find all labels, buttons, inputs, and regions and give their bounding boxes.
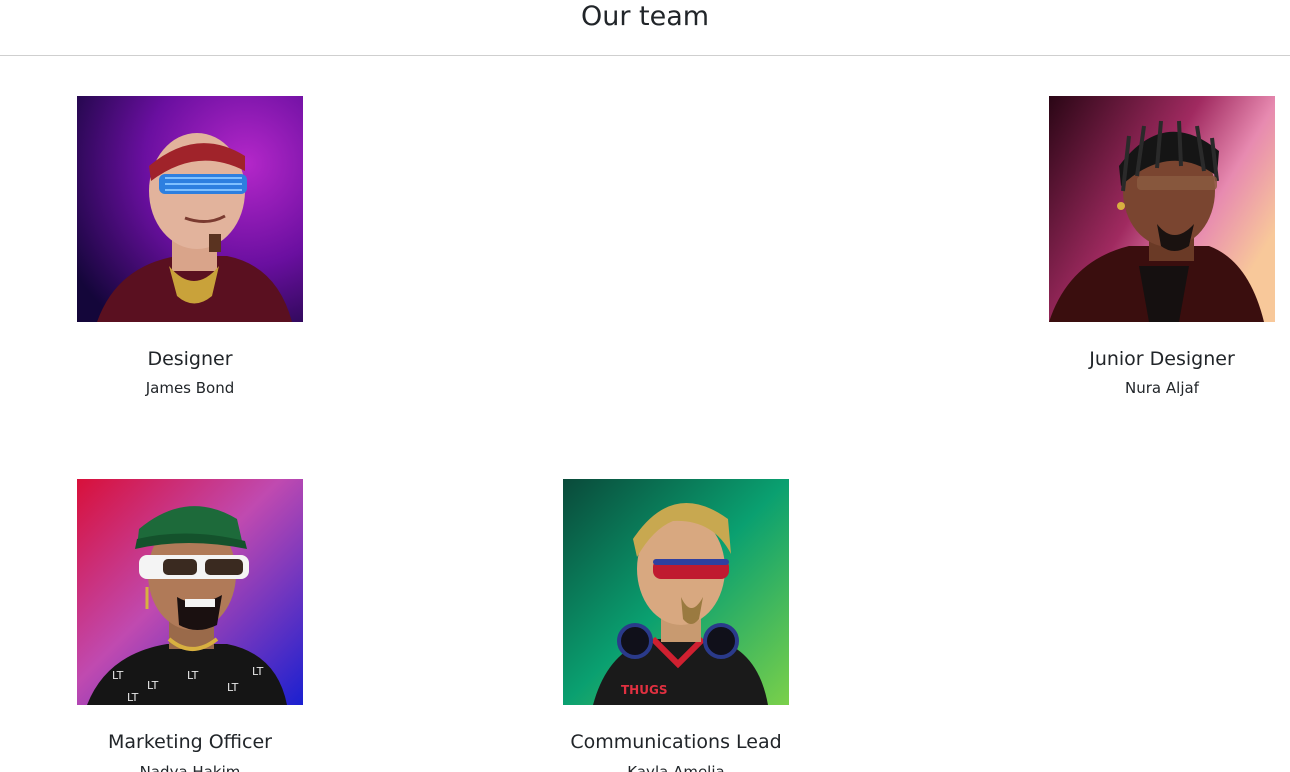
member-role: Communications Lead [570, 731, 782, 753]
page-header: Our team [0, 0, 1290, 56]
member-name: Kayla Amelia [627, 763, 725, 772]
team-member-card: Junior Designer Nura Aljaf [1049, 96, 1275, 397]
team-member-card: Designer James Bond [77, 96, 303, 397]
blonde-man-headphones-jersey-avatar: THUGS [563, 479, 789, 705]
svg-text:LT: LT [127, 691, 139, 704]
svg-text:LT: LT [112, 669, 124, 682]
member-name: Nadya Hakim [139, 763, 241, 772]
svg-text:LT: LT [227, 681, 239, 694]
member-role: Marketing Officer [107, 731, 272, 753]
green-cap-white-sunglasses-avatar: LT LT LT LT LT LT [77, 479, 303, 705]
svg-text:THUGS: THUGS [621, 683, 667, 697]
member-role: Designer [147, 348, 233, 370]
bald-man-blue-shutter-shades-avatar [77, 96, 303, 322]
team-member-card: THUGS Communications Lead Kayla Amelia [563, 479, 789, 772]
team-member-card: LT LT LT LT LT LT Marketing Officer Nadya Ha… [77, 479, 303, 772]
svg-text:LT: LT [252, 665, 264, 678]
svg-text:LT: LT [187, 669, 199, 682]
member-role: Junior Designer [1089, 348, 1235, 370]
member-name: Nura Aljaf [1125, 379, 1199, 397]
svg-text:LT: LT [147, 679, 159, 692]
page-title: Our team [580, 1, 710, 32]
member-name: James Bond [145, 379, 235, 397]
braided-hair-man-leather-jacket-avatar [1049, 96, 1275, 322]
